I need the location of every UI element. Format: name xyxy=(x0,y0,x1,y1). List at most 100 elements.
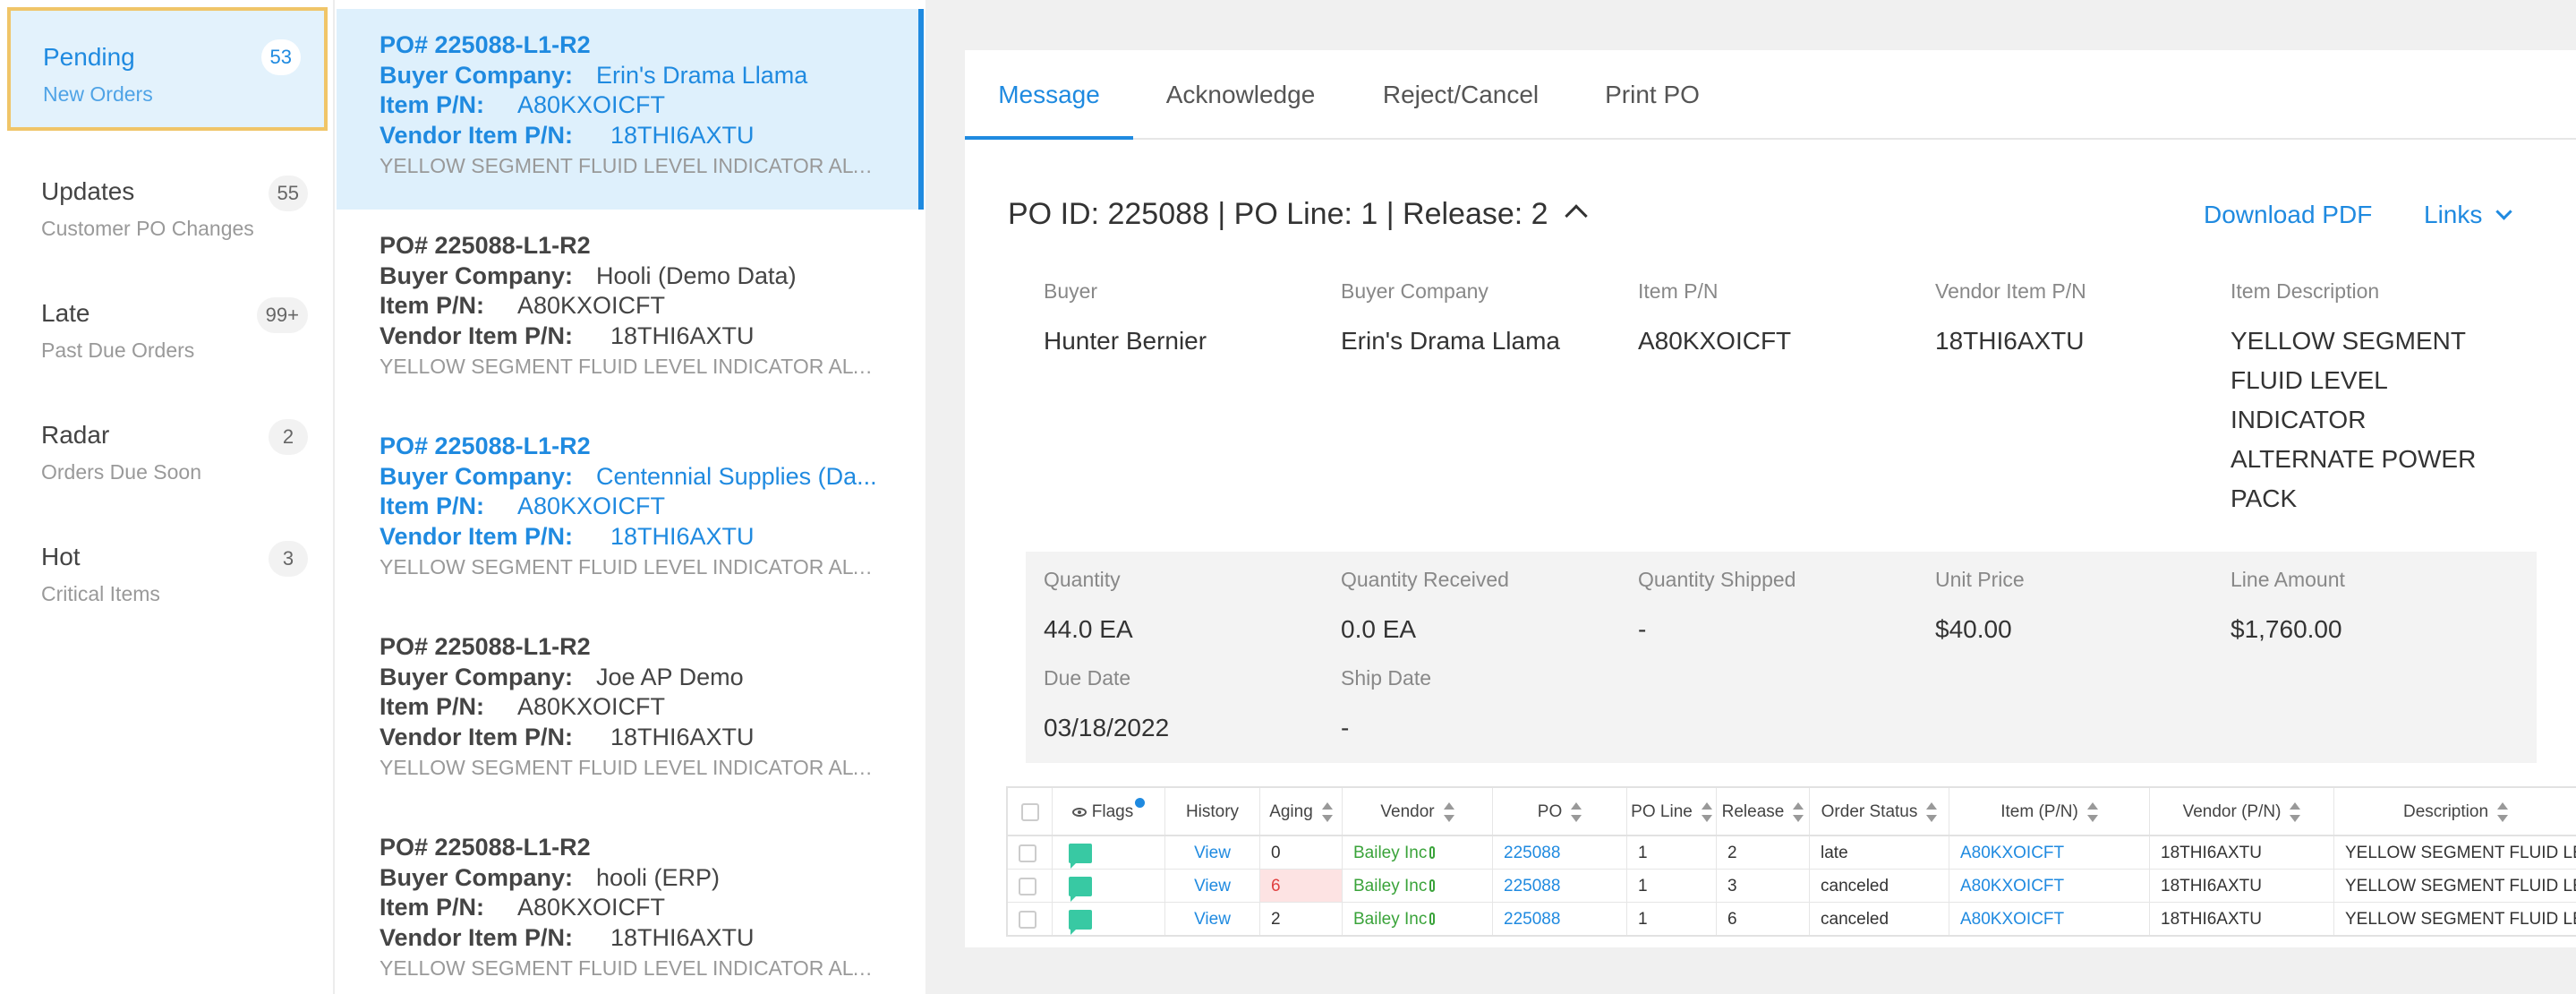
flags-cell xyxy=(1053,903,1165,935)
attachment-icon xyxy=(1429,879,1436,892)
history-view-link[interactable]: View xyxy=(1165,836,1260,869)
order-card[interactable]: PO# 225088-L1-R2 Buyer Company: Hooli (De… xyxy=(337,210,924,410)
vendor-item-pn-value: 18THI6AXTU xyxy=(610,522,755,550)
order-card[interactable]: PO# 225088-L1-R2 Buyer Company: Erin's Dr… xyxy=(337,9,924,210)
col-release[interactable]: Release xyxy=(1717,788,1810,835)
status-cell: canceled xyxy=(1810,870,1949,902)
flag-icon[interactable] xyxy=(1069,909,1092,935)
col-label: Aging xyxy=(1269,802,1313,821)
sort-icon[interactable] xyxy=(1571,801,1582,822)
field-label: Buyer xyxy=(1044,279,1098,303)
field-buyer: Buyer Hunter Bernier xyxy=(1044,279,1312,361)
flag-icon[interactable] xyxy=(1069,843,1092,869)
order-card[interactable]: PO# 225088-L1-R2 Buyer Company: Centennia… xyxy=(337,410,924,611)
col-description[interactable]: Description xyxy=(2334,788,2576,835)
row-checkbox[interactable] xyxy=(1019,877,1036,895)
field-value: 0.0 EA xyxy=(1341,615,1417,643)
po-header-title: PO ID: 225088 | PO Line: 1 | Release: 2 xyxy=(1008,197,1548,231)
sort-icon[interactable] xyxy=(1926,801,1938,822)
vendor-link[interactable]: Bailey Inc xyxy=(1353,844,1427,862)
vendor-link[interactable]: Bailey Inc xyxy=(1353,910,1427,929)
row-checkbox[interactable] xyxy=(1019,910,1036,929)
col-label: PO Line xyxy=(1631,802,1693,821)
col-order-status[interactable]: Order Status xyxy=(1810,788,1949,835)
order-card[interactable]: PO# 225088-L1-R2 Buyer Company: hooli (ER… xyxy=(337,811,924,994)
item-pn-value: A80KXOICFT xyxy=(517,493,666,519)
order-card[interactable]: PO# 225088-L1-R2 Buyer Company: Joe AP De… xyxy=(337,611,924,811)
field-value: 18THI6AXTU xyxy=(1935,327,2085,355)
field-vendor-item-pn: Vendor Item P/N 18THI6AXTU xyxy=(1935,279,2204,361)
item-pn-link[interactable]: A80KXOICFT xyxy=(1949,870,2150,902)
field-quantity-shipped: Quantity Shipped - xyxy=(1638,568,1906,649)
flag-icon[interactable] xyxy=(1069,876,1092,902)
vendor-item-pn-value: 18THI6AXTU xyxy=(610,121,755,149)
item-pn-value: A80KXOICFT xyxy=(517,292,666,319)
sidebar-item-late[interactable]: Late Past Due Orders 99+ xyxy=(0,261,335,383)
sort-icon[interactable] xyxy=(1793,801,1804,822)
table-row[interactable]: View 0 Bailey Inc 225088 1 2 late A80KXO… xyxy=(1008,836,2576,870)
vendor-cell[interactable]: Bailey Inc xyxy=(1343,836,1493,869)
vendor-link[interactable]: Bailey Inc xyxy=(1353,877,1427,895)
row-checkbox[interactable] xyxy=(1019,844,1036,862)
item-pn-link[interactable]: A80KXOICFT xyxy=(1949,903,2150,935)
col-flags[interactable]: Flags xyxy=(1053,788,1165,835)
field-buyer-company: Buyer Company Erin's Drama Llama xyxy=(1341,279,1609,361)
order-po-number: PO# 225088-L1-R2 xyxy=(380,232,591,259)
tab-print-po[interactable]: Print PO xyxy=(1574,50,1731,140)
attachment-icon xyxy=(1429,846,1436,859)
sort-icon[interactable] xyxy=(1701,801,1712,822)
col-history[interactable]: History xyxy=(1165,788,1260,835)
sidebar-item-hot[interactable]: Hot Critical Items 3 xyxy=(0,505,335,627)
tab-reject-cancel[interactable]: Reject/Cancel xyxy=(1348,50,1574,140)
history-view-link[interactable]: View xyxy=(1165,870,1260,902)
col-po[interactable]: PO xyxy=(1493,788,1627,835)
sidebar-item-sublabel: Critical Items xyxy=(41,582,160,605)
sidebar-item-pending[interactable]: Pending New Orders 53 xyxy=(7,7,328,131)
download-pdf-link[interactable]: Download PDF xyxy=(2204,201,2372,229)
tab-bar: Message Acknowledge Reject/Cancel Print … xyxy=(965,50,2576,140)
col-label: Order Status xyxy=(1821,802,1918,821)
vendor-cell[interactable]: Bailey Inc xyxy=(1343,870,1493,902)
links-dropdown[interactable]: Links xyxy=(2424,201,2513,229)
col-label: History xyxy=(1185,802,1240,821)
sort-icon[interactable] xyxy=(1443,801,1454,822)
sidebar-item-updates[interactable]: Updates Customer PO Changes 55 xyxy=(0,140,335,261)
row-select-cell xyxy=(1008,836,1053,869)
col-po-line[interactable]: PO Line xyxy=(1627,788,1717,835)
col-label: Vendor (P/N) xyxy=(2182,802,2282,821)
buyer-company-value: Erin's Drama Llama xyxy=(596,61,808,89)
select-all-checkbox[interactable] xyxy=(1020,802,1039,821)
col-item-pn[interactable]: Item (P/N) xyxy=(1949,788,2150,835)
sidebar-item-radar[interactable]: Radar Orders Due Soon 2 xyxy=(0,383,335,505)
sort-icon[interactable] xyxy=(1321,801,1333,822)
table-row[interactable]: View 2 Bailey Inc 225088 1 6 canceled A8… xyxy=(1008,903,2576,935)
tab-message[interactable]: Message xyxy=(965,50,1133,140)
field-value: $1,760.00 xyxy=(2231,615,2342,643)
order-po-number: PO# 225088-L1-R2 xyxy=(380,31,591,58)
sort-icon[interactable] xyxy=(2290,801,2301,822)
buyer-company-label: Buyer Company: xyxy=(380,462,574,490)
vendor-cell[interactable]: Bailey Inc xyxy=(1343,903,1493,935)
field-label: Line Amount xyxy=(2231,568,2345,591)
collapse-caret-icon[interactable] xyxy=(1564,204,1588,227)
po-link[interactable]: 225088 xyxy=(1493,903,1627,935)
sort-icon[interactable] xyxy=(2497,801,2509,822)
sidebar-item-sublabel: Past Due Orders xyxy=(41,338,195,362)
col-vendor-pn[interactable]: Vendor (P/N) xyxy=(2150,788,2334,835)
field-label: Quantity xyxy=(1044,568,1121,591)
po-link[interactable]: 225088 xyxy=(1493,836,1627,869)
col-vendor[interactable]: Vendor xyxy=(1343,788,1493,835)
table-row[interactable]: View 6 Bailey Inc 225088 1 3 canceled A8… xyxy=(1008,870,2576,903)
grid-header-row: Flags History Aging Vendor PO PO Line Re… xyxy=(1008,788,2576,836)
eye-icon xyxy=(1071,807,1087,817)
vendor-item-pn-value: 18THI6AXTU xyxy=(610,723,755,750)
tab-acknowledge[interactable]: Acknowledge xyxy=(1133,50,1348,140)
sort-icon[interactable] xyxy=(2086,801,2098,822)
po-link[interactable]: 225088 xyxy=(1493,870,1627,902)
field-quantity: Quantity 44.0 EA xyxy=(1044,568,1312,649)
col-aging[interactable]: Aging xyxy=(1260,788,1343,835)
vendor-item-pn-label: Vendor Item P/N: xyxy=(380,923,574,951)
history-view-link[interactable]: View xyxy=(1165,903,1260,935)
description-cell: YELLOW SEGMENT FLUID LE... xyxy=(2334,836,2576,869)
item-pn-link[interactable]: A80KXOICFT xyxy=(1949,836,2150,869)
